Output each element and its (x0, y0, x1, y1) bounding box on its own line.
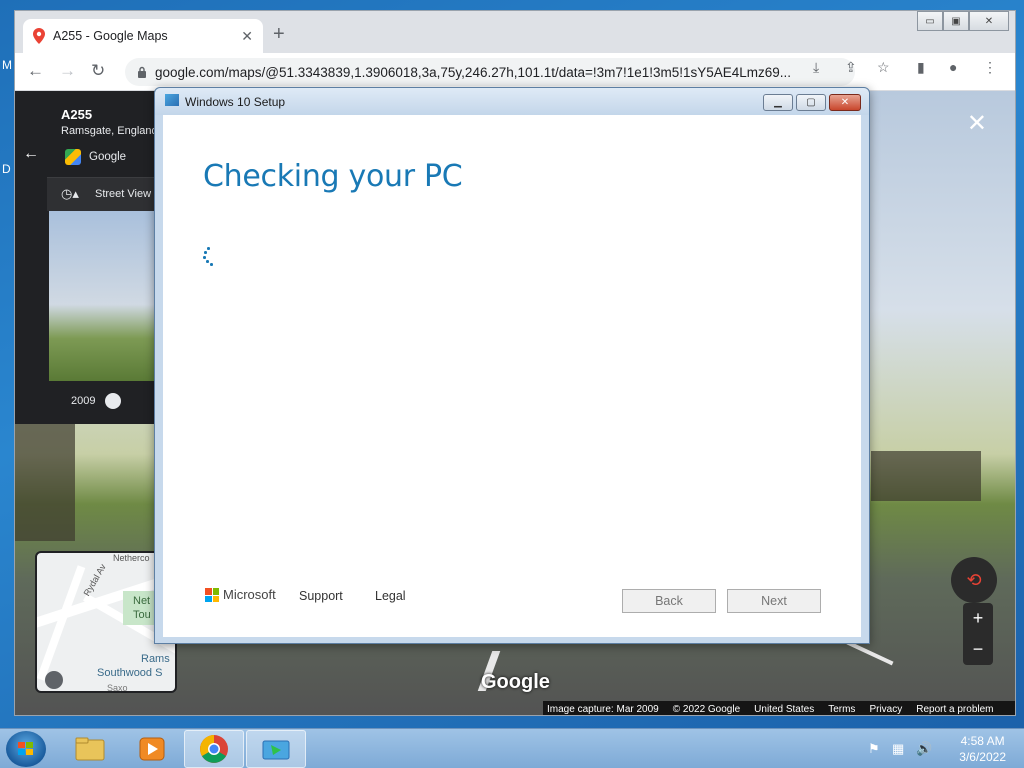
setup-titlebar[interactable]: Windows 10 Setup ▁ ▢ ✕ (155, 88, 869, 115)
clock-date: 3/6/2022 (959, 750, 1006, 764)
next-button[interactable]: Next (727, 589, 821, 613)
profile-avatar-icon[interactable]: ● (949, 59, 957, 75)
setup-minimize-button[interactable]: ▁ (763, 94, 793, 111)
back-arrow-icon[interactable]: ← (27, 61, 44, 81)
support-link[interactable]: Support (299, 589, 343, 603)
setup-close-button[interactable]: ✕ (829, 94, 861, 111)
browser-toolbar: ← → ↻ google.com/maps/@51.3343839,1.3906… (15, 53, 1015, 91)
reload-icon[interactable]: ↻ (91, 61, 105, 81)
zoom-in-button[interactable]: + (963, 603, 993, 634)
zoom-out-button[interactable]: − (963, 634, 993, 665)
start-button[interactable] (6, 731, 46, 767)
menu-kebab-icon[interactable]: ⋮ (983, 59, 997, 76)
browser-close-button[interactable]: ✕ (969, 11, 1009, 31)
back-button[interactable]: Back (622, 589, 716, 613)
desktop-icon-label-d: D (2, 162, 11, 176)
tab-close-icon[interactable]: ✕ (241, 28, 253, 45)
media-player-icon (139, 737, 165, 761)
browser-minimize-button[interactable]: ▭ (917, 11, 943, 31)
terms-link[interactable]: Terms (828, 704, 855, 715)
street-view-panel: ← A255 Ramsgate, England Google ◷▴ Stree… (15, 91, 167, 424)
lock-icon (138, 66, 146, 78)
map-place-label: Southwood S (97, 667, 163, 679)
google-maps-logo-icon (65, 149, 81, 165)
report-problem-link[interactable]: Report a problem (916, 704, 993, 715)
browser-restore-button[interactable]: ▣ (943, 11, 969, 31)
action-center-flag-icon[interactable]: ⚑ (868, 741, 880, 757)
street-view-thumbnail[interactable] (49, 211, 167, 381)
privacy-link[interactable]: Privacy (869, 704, 902, 715)
desktop-icon-label-m: M (2, 58, 12, 72)
setup-restore-button[interactable]: ▢ (796, 94, 826, 111)
place-title: A255 (61, 107, 93, 122)
roadside-sign-shape (871, 451, 981, 501)
setup-body: Checking your PC Microsoft Support Legal… (163, 115, 861, 637)
map-street-label: Saxo (107, 683, 128, 693)
provider-label: Google (89, 151, 127, 163)
folder-icon (75, 737, 105, 761)
country-link[interactable]: United States (754, 704, 814, 715)
map-place-label: Tou (133, 609, 151, 621)
map-footer: Image capture: Mar 2009 © 2022 Google Un… (543, 701, 1015, 715)
volume-icon[interactable]: 🔊 (916, 741, 932, 757)
street-view-label: Street View - (95, 188, 158, 200)
image-capture-date: Image capture: Mar 2009 (547, 703, 659, 715)
place-subtitle: Ramsgate, England (61, 125, 158, 137)
share-icon[interactable]: ⇪ (845, 59, 857, 76)
history-clock-icon: ◷▴ (61, 186, 79, 201)
chrome-icon (200, 735, 228, 763)
tab-google-maps[interactable]: A255 - Google Maps ✕ (23, 19, 263, 53)
map-place-label: Net (133, 595, 151, 607)
windows-setup-dialog: Windows 10 Setup ▁ ▢ ✕ Checking your PC … (154, 87, 870, 644)
microsoft-brand: Microsoft (223, 587, 276, 602)
map-street-label: Netherco (113, 553, 150, 563)
close-street-view-icon[interactable]: ✕ (967, 109, 987, 138)
google-watermark: Google (481, 671, 550, 693)
slider-knob[interactable] (105, 393, 121, 409)
new-tab-button[interactable]: + (273, 23, 285, 46)
windows-flag-icon (18, 742, 34, 756)
street-view-time-toggle[interactable]: ◷▴ Street View - (47, 177, 167, 211)
back-arrow-icon[interactable]: ← (23, 145, 39, 163)
url-text: google.com/maps/@51.3343839,1.3906018,3a… (155, 64, 792, 80)
map-place-label: Rams (141, 653, 170, 665)
tab-strip: A255 - Google Maps ✕ + ▭ ▣ ✕ (15, 11, 1015, 53)
microsoft-logo-icon (205, 588, 219, 602)
tab-title: A255 - Google Maps (53, 29, 168, 43)
system-clock[interactable]: 4:58 AM 3/6/2022 (959, 733, 1006, 765)
loading-spinner-icon (203, 247, 217, 267)
forward-arrow-icon[interactable]: → (59, 61, 76, 81)
year-label: 2009 (71, 395, 96, 407)
taskbar-explorer[interactable] (60, 730, 120, 768)
year-slider[interactable]: 2009 (47, 381, 167, 424)
install-icon[interactable]: ⤓ (813, 59, 819, 76)
copyright-text: © 2022 Google (672, 703, 741, 715)
bookmark-star-icon[interactable]: ☆ (877, 59, 890, 76)
side-panel-icon[interactable]: ▮ (917, 59, 925, 76)
taskbar-media-player[interactable] (122, 730, 182, 768)
setup-window-title: Windows 10 Setup (185, 95, 286, 109)
compass-icon[interactable]: ⟲ (951, 557, 997, 603)
road-marking (846, 640, 894, 666)
network-icon[interactable]: ▦ (892, 741, 904, 757)
taskbar: ⚑ ▦ 🔊 4:58 AM 3/6/2022 (0, 728, 1024, 768)
setup-heading: Checking your PC (203, 159, 463, 194)
setup-icon (262, 740, 290, 760)
setup-app-icon (165, 94, 179, 106)
taskbar-windows-setup[interactable] (246, 730, 306, 768)
address-bar[interactable]: google.com/maps/@51.3343839,1.3906018,3a… (125, 58, 855, 86)
map-street-label: Rydal Av (81, 562, 108, 598)
maps-pin-icon (33, 28, 45, 44)
pegman-icon[interactable] (45, 671, 63, 689)
legal-link[interactable]: Legal (375, 589, 406, 603)
clock-time: 4:58 AM (960, 734, 1005, 748)
zoom-controls: + − (963, 603, 993, 665)
taskbar-chrome[interactable] (184, 730, 244, 768)
